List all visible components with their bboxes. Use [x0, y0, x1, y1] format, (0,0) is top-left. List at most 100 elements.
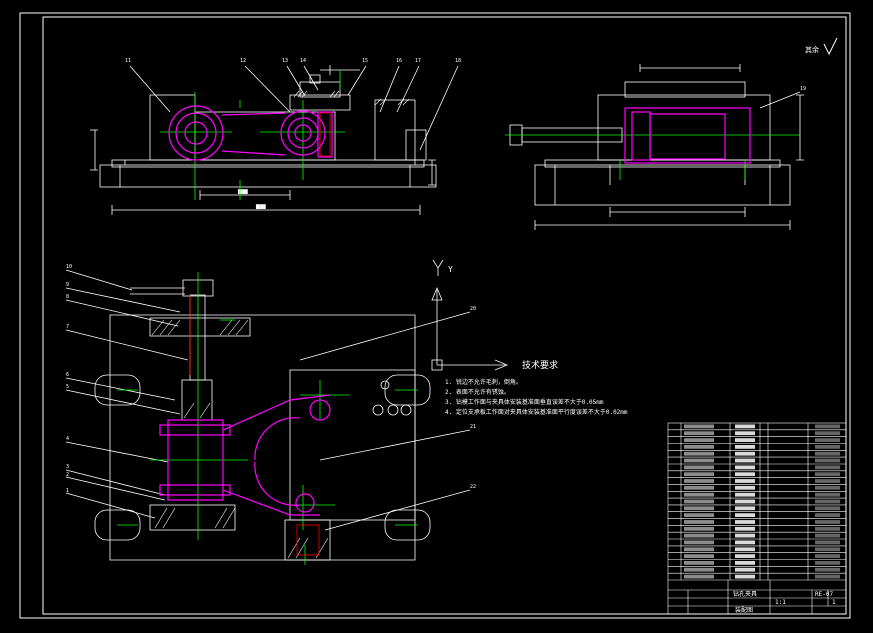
title-block-scale: 1:1	[775, 599, 786, 606]
parts-row-material	[815, 574, 840, 579]
parts-row-code	[684, 547, 714, 552]
parts-row-code	[684, 540, 714, 545]
parts-row-material	[815, 438, 840, 442]
parts-row-material	[815, 424, 840, 429]
parts-row-material	[815, 472, 840, 477]
title-block-subtitle: 装配图	[735, 606, 753, 614]
parts-row-code	[684, 520, 714, 524]
parts-row-code	[684, 567, 714, 572]
parts-row-name	[735, 561, 755, 565]
parts-row-code	[684, 472, 714, 477]
parts-row-code	[684, 458, 714, 463]
parts-row-code	[684, 513, 714, 517]
svg-text:9: 9	[66, 282, 69, 288]
parts-row-code	[684, 574, 714, 579]
parts-row-material	[815, 513, 840, 517]
tech-note-1: 1. 锐边不允许毛刺，倒角。	[445, 378, 522, 386]
tech-note-4: 4. 定位支承板工作面对夹具体安装基准面平行度误差不大于0.02mm	[445, 408, 628, 416]
parts-row-material	[815, 458, 840, 463]
parts-row-name	[735, 533, 755, 538]
parts-row-material	[815, 492, 840, 497]
parts-row-material	[815, 499, 840, 504]
parts-row-name	[735, 554, 755, 558]
svg-text:10: 10	[66, 264, 72, 270]
svg-text:16: 16	[396, 58, 402, 64]
parts-row-name	[735, 526, 755, 531]
parts-row-name	[735, 547, 755, 552]
parts-row-name	[735, 431, 755, 436]
tech-note-2: 2. 表面不允许有锈蚀。	[445, 388, 510, 396]
parts-row-material	[815, 445, 840, 449]
parts-row-material	[815, 479, 840, 483]
title-block-title: 钻孔夹具	[733, 590, 757, 598]
parts-row-name	[735, 472, 755, 477]
parts-row-code	[684, 451, 714, 456]
svg-text:6: 6	[66, 372, 69, 378]
parts-row-name	[735, 479, 755, 483]
parts-row-code	[684, 526, 714, 531]
parts-row-name	[735, 506, 755, 511]
parts-row-name	[735, 520, 755, 524]
svg-text:5: 5	[66, 384, 69, 390]
parts-row-material	[815, 485, 840, 490]
parts-row-material	[815, 451, 840, 456]
parts-row-material	[815, 554, 840, 558]
parts-row-name	[735, 499, 755, 504]
parts-row-material	[815, 540, 840, 545]
parts-row-code	[684, 445, 714, 449]
parts-row-material	[815, 431, 840, 436]
parts-row-code	[684, 561, 714, 565]
svg-text:18: 18	[455, 58, 461, 64]
parts-row-material	[815, 465, 840, 470]
parts-row-code	[684, 492, 714, 497]
parts-row-material	[815, 506, 840, 511]
svg-text:22: 22	[470, 484, 476, 490]
svg-text:7: 7	[66, 324, 69, 330]
parts-row-code	[684, 479, 714, 483]
side-view-balloon: 19	[800, 86, 806, 92]
parts-row-name	[735, 458, 755, 463]
parts-row-material	[815, 547, 840, 552]
parts-row-name	[735, 438, 755, 442]
svg-text:14: 14	[300, 58, 306, 64]
parts-row-code	[684, 499, 714, 504]
svg-text:3: 3	[66, 464, 69, 470]
title-block-sheet: 1	[832, 599, 836, 606]
svg-text:21: 21	[470, 424, 476, 430]
parts-row-material	[815, 520, 840, 524]
parts-row-name	[735, 465, 755, 470]
parts-row-name	[735, 567, 755, 572]
view-marker-label: Y	[448, 265, 453, 274]
svg-text:1: 1	[66, 488, 69, 494]
tech-title: 技术要求	[522, 359, 558, 371]
svg-text:13: 13	[282, 58, 288, 64]
parts-row-name	[735, 451, 755, 456]
svg-text:11: 11	[125, 58, 131, 64]
parts-row-code	[684, 465, 714, 470]
parts-row-name	[735, 574, 755, 579]
roughness-label: 其余	[805, 45, 819, 54]
parts-row-name	[735, 540, 755, 545]
parts-row-material	[815, 567, 840, 572]
parts-row-name	[735, 424, 755, 429]
parts-row-name	[735, 485, 755, 490]
cad-drawing-sheet: 其余 ████ ████ 11 12 13 14 15 16 17 18 19 …	[0, 0, 873, 633]
parts-row-code	[684, 438, 714, 442]
parts-row-code	[684, 554, 714, 558]
svg-text:2: 2	[66, 472, 69, 478]
svg-text:17: 17	[415, 58, 421, 64]
dim-top-inner: ████	[237, 189, 248, 194]
parts-row-material	[815, 561, 840, 565]
svg-text:4: 4	[66, 436, 69, 442]
svg-text:20: 20	[470, 306, 476, 312]
title-block-drawing-no: RE-07	[815, 591, 833, 598]
parts-row-material	[815, 533, 840, 538]
parts-row-code	[684, 485, 714, 490]
parts-row-code	[684, 431, 714, 436]
dim-top-width: ████	[255, 204, 266, 209]
parts-row-name	[735, 445, 755, 449]
parts-row-code	[684, 533, 714, 538]
parts-row-code	[684, 424, 714, 429]
svg-text:8: 8	[66, 294, 69, 300]
parts-row-name	[735, 492, 755, 497]
